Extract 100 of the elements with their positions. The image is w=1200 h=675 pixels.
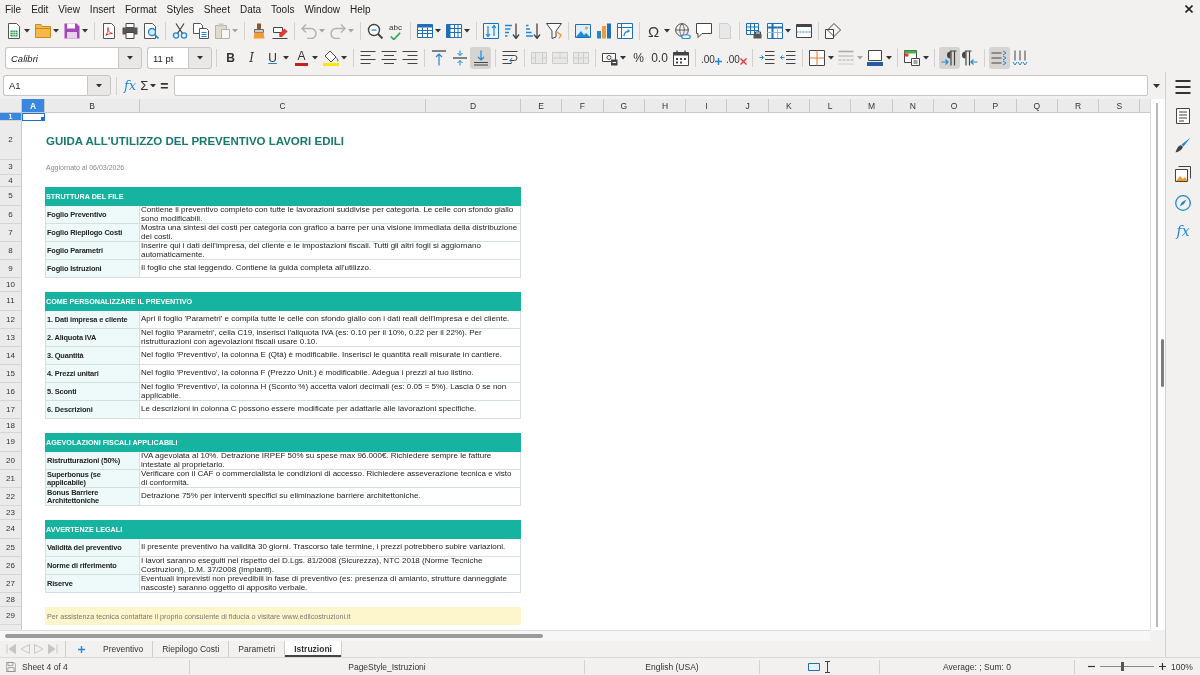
dropdown-button[interactable]	[188, 47, 212, 69]
horizontal-scrollbar[interactable]	[0, 630, 1150, 641]
caret-icon[interactable]	[283, 56, 289, 60]
align-bottom-button[interactable]	[470, 47, 491, 69]
menu-item[interactable]: View	[53, 3, 85, 15]
caret-icon[interactable]	[620, 56, 626, 60]
special-character-button[interactable]: Ω	[643, 20, 664, 42]
caret-icon[interactable]	[827, 56, 834, 60]
column-header[interactable]: F	[562, 99, 604, 112]
paintbrush-icon[interactable]	[1175, 137, 1191, 153]
column-header[interactable]: Q	[1016, 99, 1058, 112]
menu-icon[interactable]	[1175, 79, 1191, 95]
caret-icon[interactable]	[53, 29, 59, 33]
menu-item[interactable]: Tools	[266, 3, 300, 15]
column-header[interactable]: L	[810, 99, 852, 112]
close-icon[interactable]	[1185, 5, 1193, 13]
bold-button[interactable]: B	[220, 47, 241, 69]
font-color-button[interactable]: A	[291, 47, 312, 69]
properties-icon[interactable]	[1175, 108, 1191, 124]
number-format-button[interactable]: 0.0	[649, 47, 670, 69]
page-style[interactable]: PageStyle_Istruzioni	[348, 661, 426, 672]
plus-icon[interactable]	[1159, 663, 1166, 670]
caret-icon[interactable]	[312, 56, 318, 60]
borders-button[interactable]	[806, 47, 828, 69]
column-header[interactable]: R	[1057, 99, 1100, 112]
column-header[interactable]: B	[45, 99, 140, 112]
sheet-tab[interactable]: Istruzioni	[285, 641, 342, 657]
font-size-field[interactable]: 11 pt	[147, 47, 188, 69]
column-header[interactable]: S	[1099, 99, 1141, 112]
freeze-button[interactable]	[764, 20, 785, 42]
vertical-scrollbar[interactable]	[1150, 99, 1165, 630]
column-header[interactable]: M	[851, 99, 893, 112]
left-to-right-button[interactable]	[938, 47, 960, 69]
zoom-level[interactable]: 100%	[1171, 661, 1193, 672]
column-header[interactable]: E	[521, 99, 563, 112]
menu-item[interactable]: Help	[345, 3, 376, 15]
dropdown-button[interactable]	[87, 75, 111, 96]
sort-button[interactable]	[480, 20, 501, 42]
italic-button[interactable]: I	[241, 47, 262, 69]
column-header[interactable]: N	[892, 99, 934, 112]
autofilter-button[interactable]	[543, 20, 564, 42]
column-header[interactable]: A	[22, 99, 45, 112]
caret-icon[interactable]	[464, 29, 470, 33]
delete-decimal-button[interactable]: .00	[723, 47, 749, 69]
menu-item[interactable]: Insert	[84, 3, 120, 15]
pictures-icon[interactable]	[1175, 166, 1191, 182]
column-header[interactable]: I	[686, 99, 728, 112]
draw-functions-button[interactable]	[822, 20, 843, 42]
column-header[interactable]: G	[603, 99, 645, 112]
column-header[interactable]: P	[975, 99, 1017, 112]
menu-item[interactable]: Edit	[26, 3, 54, 15]
column-header[interactable]: O	[933, 99, 976, 112]
caret-icon[interactable]	[885, 56, 892, 60]
scrollbar-thumb[interactable]	[1161, 339, 1164, 387]
underline-button[interactable]: U	[262, 47, 283, 69]
name-box-field[interactable]: A1	[3, 75, 87, 96]
spelling-button[interactable]: abc	[385, 20, 406, 42]
menu-item[interactable]: File	[0, 3, 27, 15]
column-header[interactable]: J	[727, 99, 769, 112]
rectangle-icon[interactable]	[808, 662, 820, 671]
caret-icon[interactable]	[1153, 83, 1161, 88]
percent-button[interactable]: %	[628, 47, 649, 69]
border-color-button[interactable]	[864, 47, 886, 69]
conditional-format-button[interactable]	[901, 47, 923, 69]
print-area-button[interactable]	[743, 20, 764, 42]
menu-item[interactable]: Styles	[161, 3, 199, 15]
compass-icon[interactable]	[1175, 195, 1191, 211]
caret-icon[interactable]	[82, 29, 88, 33]
caret-icon[interactable]	[664, 29, 670, 33]
caret-icon[interactable]	[435, 29, 441, 33]
scrollbar-thumb[interactable]	[5, 634, 543, 638]
font-name-field[interactable]: Calibri	[5, 47, 118, 69]
minus-icon[interactable]	[1088, 663, 1095, 670]
column-header[interactable]: H	[644, 99, 687, 112]
menu-item[interactable]: Window	[299, 3, 345, 15]
caret-icon[interactable]	[341, 56, 347, 60]
row-header[interactable]: 4	[0, 175, 22, 187]
caret-icon[interactable]	[24, 29, 30, 33]
slider-thumb[interactable]	[1120, 662, 1124, 671]
dropdown-button[interactable]	[118, 47, 142, 69]
caret-icon[interactable]	[922, 56, 929, 60]
column-header[interactable]: C	[140, 99, 426, 112]
right-to-left-button[interactable]	[959, 47, 981, 69]
horizontal-text-button[interactable]	[988, 47, 1010, 69]
menu-item[interactable]: Format	[119, 3, 162, 15]
sum-button[interactable]: Σ	[138, 74, 151, 97]
menu-item[interactable]: Sheet	[198, 3, 235, 15]
caret-icon[interactable]	[785, 29, 791, 33]
add-decimal-button[interactable]: .00	[699, 47, 724, 69]
formula-input-field[interactable]	[174, 75, 1149, 96]
caret-icon[interactable]	[150, 83, 157, 88]
formula-button[interactable]: =	[158, 74, 171, 97]
copy-button[interactable]	[190, 20, 211, 42]
language[interactable]: English (USA)	[645, 661, 699, 672]
pivot-table-button[interactable]	[614, 20, 635, 42]
text-cursor-icon[interactable]	[824, 660, 831, 673]
hyperlink-button[interactable]	[672, 20, 693, 42]
menu-item[interactable]: Data	[234, 3, 267, 15]
column-header[interactable]: D	[426, 99, 521, 112]
column-header[interactable]: K	[768, 99, 811, 112]
